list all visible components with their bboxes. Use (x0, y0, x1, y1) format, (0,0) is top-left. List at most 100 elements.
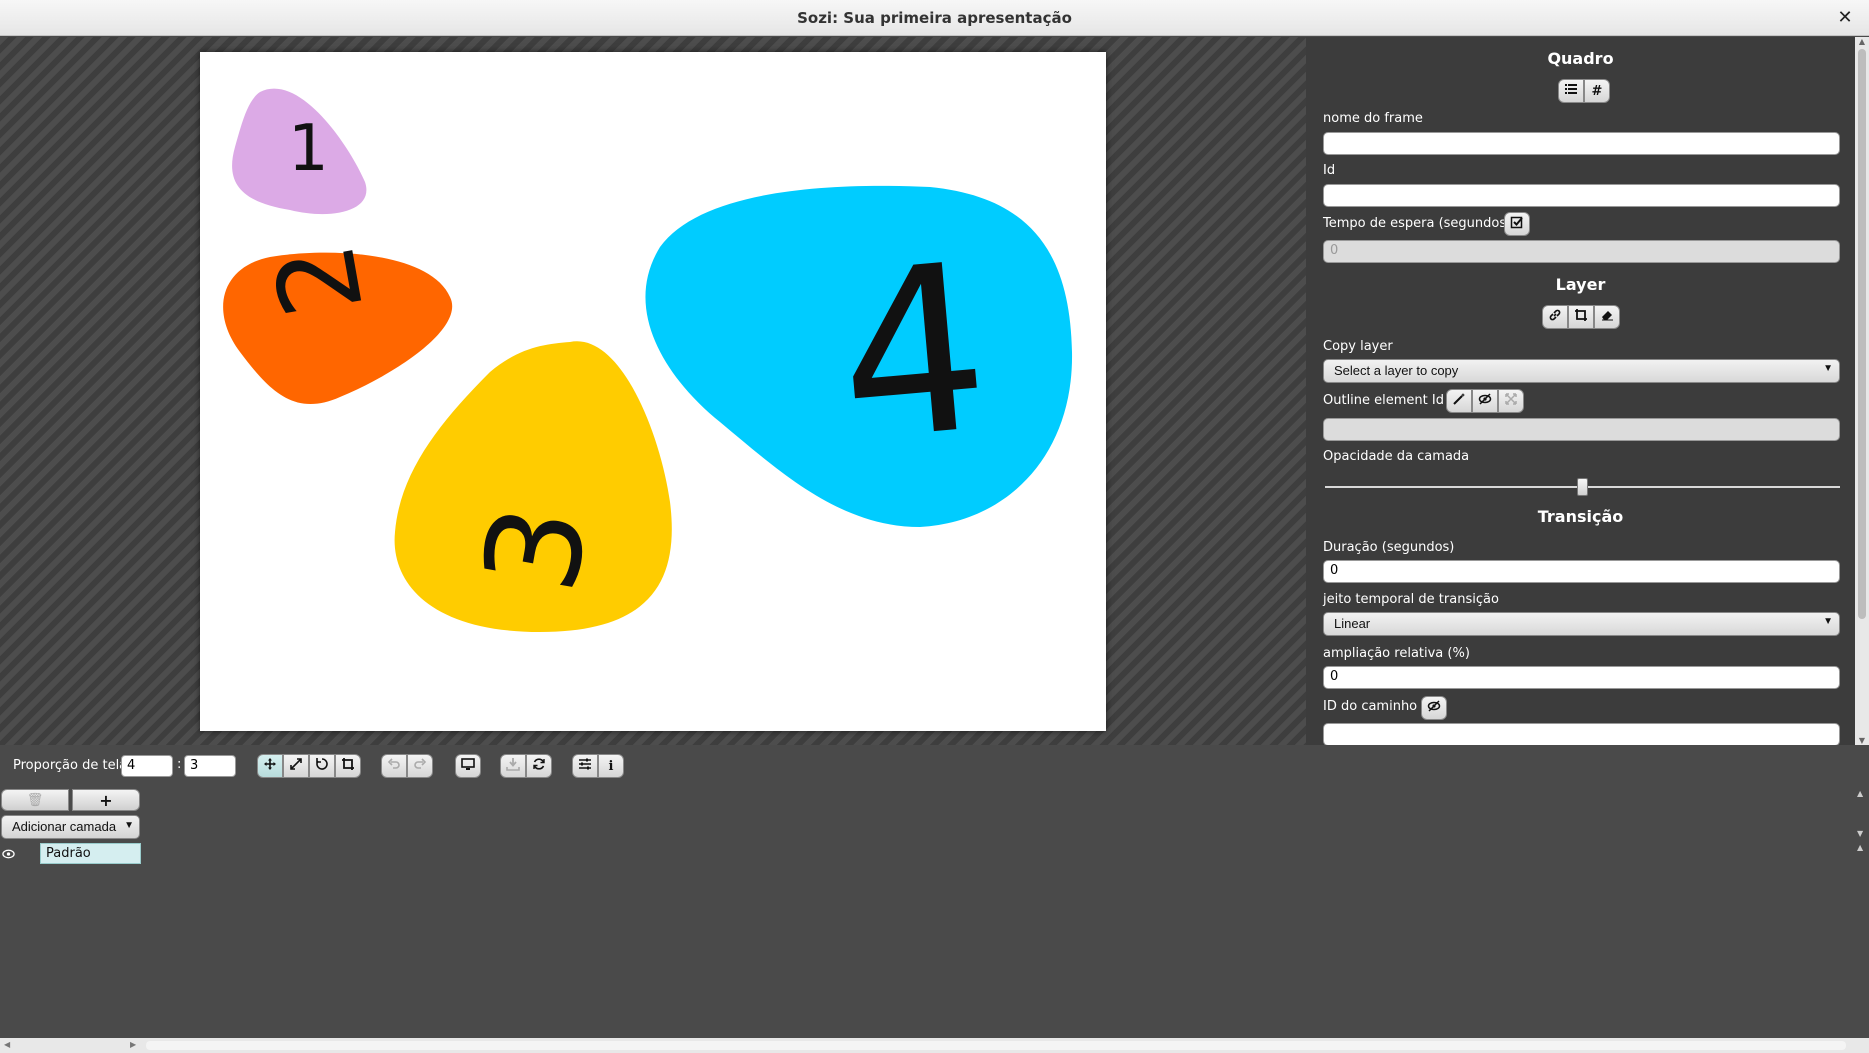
list-icon (1564, 82, 1578, 100)
expand-icon (1504, 392, 1518, 410)
outline-buttons (1446, 389, 1524, 413)
redo-button[interactable] (407, 754, 433, 778)
properties-panel: Quadro # nome do frame Id Tempo de esper… (1306, 37, 1855, 745)
info-button[interactable]: i (598, 754, 624, 778)
window-title: Sozi: Sua primeira apresentação (797, 9, 1072, 27)
refresh-icon (532, 757, 546, 775)
save-button[interactable] (500, 754, 526, 778)
outline-fit-button[interactable] (1498, 389, 1524, 413)
scrollbar-thumb[interactable] (1858, 49, 1866, 619)
scale-tool-button[interactable] (283, 754, 309, 778)
eye-slash-icon (1427, 699, 1441, 717)
file-tools (500, 754, 552, 778)
dropdown-arrow-icon: ▼ (124, 820, 134, 831)
fullscreen-button[interactable] (455, 754, 481, 778)
rotate-tool-button[interactable] (309, 754, 335, 778)
redo-icon (413, 757, 427, 775)
frame-section-title: Quadro (1547, 49, 1614, 68)
shape-4-label: 4 (829, 215, 998, 494)
eraser-icon (1600, 308, 1614, 326)
outline-hide-button[interactable] (1472, 389, 1498, 413)
copy-layer-label: Copy layer (1323, 339, 1393, 354)
scroll-up-icon[interactable]: ▲ (1857, 789, 1863, 798)
slide-canvas[interactable]: 1 2 3 4 (200, 52, 1106, 731)
frame-number-button[interactable]: # (1584, 79, 1610, 103)
add-layer-select-value: Adicionar camada (12, 819, 117, 834)
timeline-panel: 🗑 + Adicionar camada ▼ Padrão (0, 785, 1869, 1038)
transform-tools (257, 754, 361, 778)
zoom-input[interactable]: 0 (1323, 666, 1840, 689)
scroll-left-icon[interactable]: ◀ (4, 1040, 10, 1049)
frame-list-button[interactable] (1558, 79, 1584, 103)
shape-1-label: 1 (288, 112, 329, 186)
fullscreen-tools (455, 754, 481, 778)
timeout-input[interactable]: 0 (1323, 240, 1840, 263)
scroll-right-icon[interactable]: ▶ (130, 1040, 136, 1049)
scroll-down-icon[interactable]: ▼ (1857, 736, 1867, 745)
close-button[interactable]: ✕ (1833, 6, 1857, 30)
scroll-up-icon[interactable]: ▲ (1857, 37, 1867, 46)
timing-select-value: Linear (1334, 616, 1371, 631)
layer-opacity-slider[interactable] (1325, 477, 1840, 497)
properties-scrollbar[interactable]: ▲ ▼ (1855, 37, 1869, 745)
path-hide-button[interactable] (1421, 696, 1447, 720)
clip-tool-button[interactable] (335, 754, 361, 778)
timeout-toggle-group (1504, 212, 1530, 236)
rotate-icon (315, 757, 329, 775)
outline-pick-button[interactable] (1446, 389, 1472, 413)
timeline-horizontal-scroll[interactable]: ◀ ▶ ◀ (0, 1038, 1869, 1053)
info-icon: i (608, 758, 614, 774)
undo-button[interactable] (381, 754, 407, 778)
path-id-label: ID do caminho (1323, 699, 1418, 714)
dropdown-arrow-icon: ▼ (1823, 363, 1833, 374)
copy-layer-select[interactable]: Select a layer to copy ▼ (1323, 359, 1840, 383)
layer-buttons (1542, 305, 1620, 329)
aspect-width-input[interactable]: 4 (121, 755, 173, 777)
download-icon (506, 757, 520, 775)
reload-button[interactable] (526, 754, 552, 778)
aspect-ratio-label: Proporção de tela (13, 758, 128, 773)
frame-name-label: nome do frame (1323, 111, 1423, 126)
frame-name-input[interactable] (1323, 132, 1840, 155)
layer-crop-button[interactable] (1568, 305, 1594, 329)
scrollbar-thumb[interactable] (146, 1041, 1846, 1050)
timing-select[interactable]: Linear ▼ (1323, 612, 1840, 636)
magic-wand-icon (1452, 392, 1466, 410)
layer-reset-button[interactable] (1594, 305, 1620, 329)
eye-icon[interactable] (2, 848, 15, 862)
copy-layer-select-value: Select a layer to copy (1334, 363, 1459, 378)
layer-row-default[interactable]: Padrão (40, 843, 141, 864)
trash-icon: 🗑 (26, 792, 44, 808)
translate-tool-button[interactable] (257, 754, 283, 778)
aspect-separator: : (177, 757, 182, 772)
slide-svg[interactable]: 1 2 3 4 (200, 52, 1106, 731)
main-toolbar: Proporção de tela 4 : 3 i (0, 745, 1869, 785)
hash-icon: # (1591, 83, 1603, 99)
add-layer-select[interactable]: Adicionar camada ▼ (1, 815, 140, 839)
timeline-vertical-scroll[interactable]: ▲ ▼ ▲ (1855, 785, 1869, 1038)
timeout-enable-button[interactable] (1504, 212, 1530, 236)
preferences-button[interactable] (572, 754, 598, 778)
aspect-height-input[interactable]: 3 (184, 755, 236, 777)
outline-id-label: Outline element Id (1323, 393, 1444, 408)
scroll-down-icon[interactable]: ▼ (1857, 829, 1863, 838)
sliders-icon (578, 757, 592, 775)
undo-icon (387, 757, 401, 775)
monitor-icon (461, 757, 475, 775)
layer-section-title: Layer (1555, 275, 1606, 294)
preview-area[interactable]: 1 2 3 4 (0, 37, 1306, 745)
duration-input[interactable]: 0 (1323, 560, 1840, 583)
add-frame-button[interactable]: + (72, 789, 140, 811)
scroll-up-icon[interactable]: ▲ (1857, 843, 1863, 852)
path-id-input[interactable] (1323, 723, 1840, 745)
checkbox-checked-icon (1510, 215, 1524, 233)
resize-icon (289, 757, 303, 775)
frame-id-input[interactable] (1323, 184, 1840, 207)
move-icon (263, 757, 277, 775)
slider-handle[interactable] (1577, 478, 1588, 496)
outline-id-input[interactable] (1323, 418, 1840, 441)
delete-frame-button[interactable]: 🗑 (1, 789, 69, 811)
layer-opacity-label: Opacidade da camada (1323, 449, 1470, 464)
layer-link-button[interactable] (1542, 305, 1568, 329)
link-icon (1548, 308, 1562, 326)
